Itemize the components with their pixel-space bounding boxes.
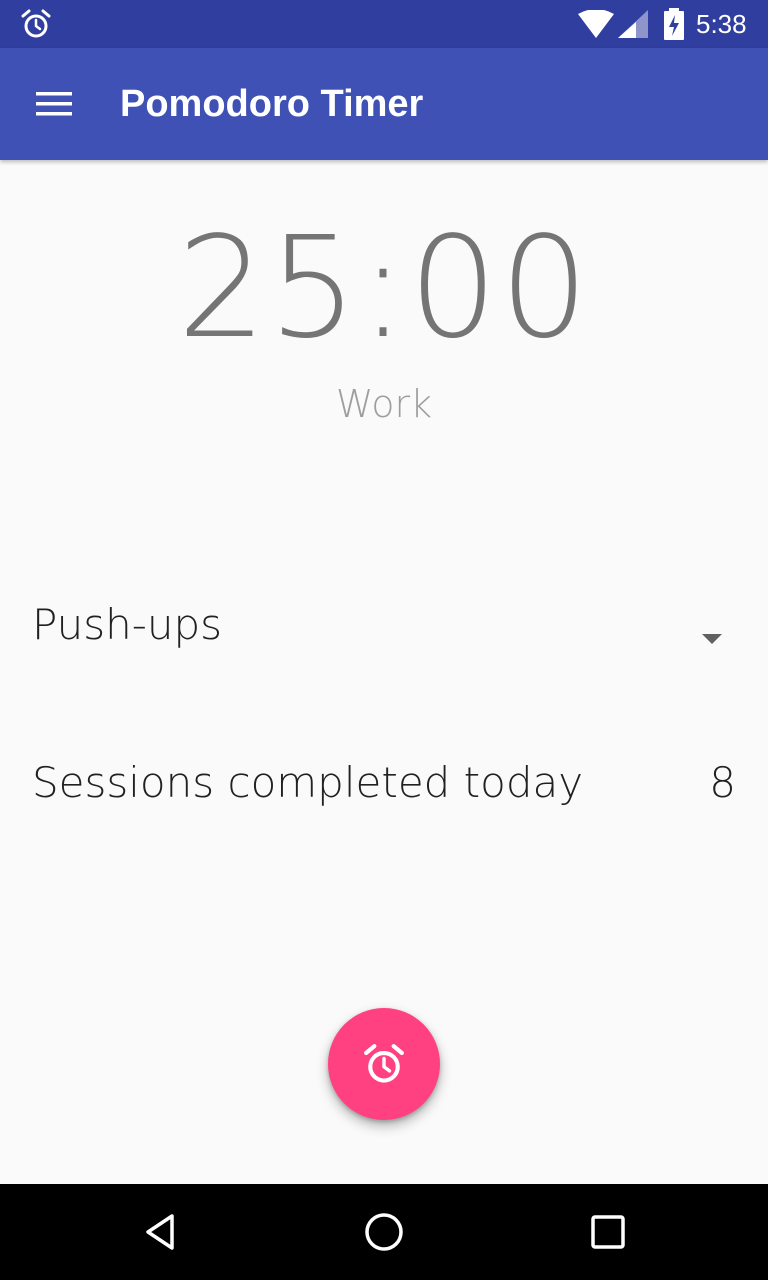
- status-clock: 5:38: [696, 9, 747, 39]
- sessions-label: Sessions completed today: [32, 758, 584, 807]
- status-bar: 5:38: [0, 0, 768, 48]
- home-button[interactable]: [360, 1208, 408, 1256]
- back-button[interactable]: [136, 1208, 184, 1256]
- battery-charging-icon: [664, 8, 684, 40]
- cell-signal-icon: [618, 10, 648, 38]
- back-icon: [146, 1214, 174, 1250]
- recents-icon: [591, 1215, 625, 1249]
- alarm-icon: [21, 9, 51, 38]
- exercise-selected: Push-ups: [32, 600, 223, 649]
- sessions-row: Sessions completed today 8: [0, 750, 768, 820]
- start-timer-fab[interactable]: [328, 1008, 440, 1120]
- app-title: Pomodoro Timer: [120, 83, 424, 125]
- sessions-count: 8: [709, 758, 736, 807]
- recents-button[interactable]: [584, 1208, 632, 1256]
- navigation-bar: [0, 1184, 768, 1280]
- app-toolbar: Pomodoro Timer: [0, 48, 768, 160]
- dropdown-arrow-icon: [702, 634, 722, 644]
- menu-icon: [36, 92, 72, 116]
- home-icon: [365, 1213, 403, 1251]
- alarm-icon: [364, 1044, 404, 1083]
- wifi-icon: [578, 10, 614, 38]
- phase-label: Work: [335, 382, 433, 426]
- exercise-spinner[interactable]: Push-ups: [0, 580, 768, 680]
- menu-button[interactable]: [22, 72, 86, 136]
- timer-display: 25:00: [177, 207, 591, 370]
